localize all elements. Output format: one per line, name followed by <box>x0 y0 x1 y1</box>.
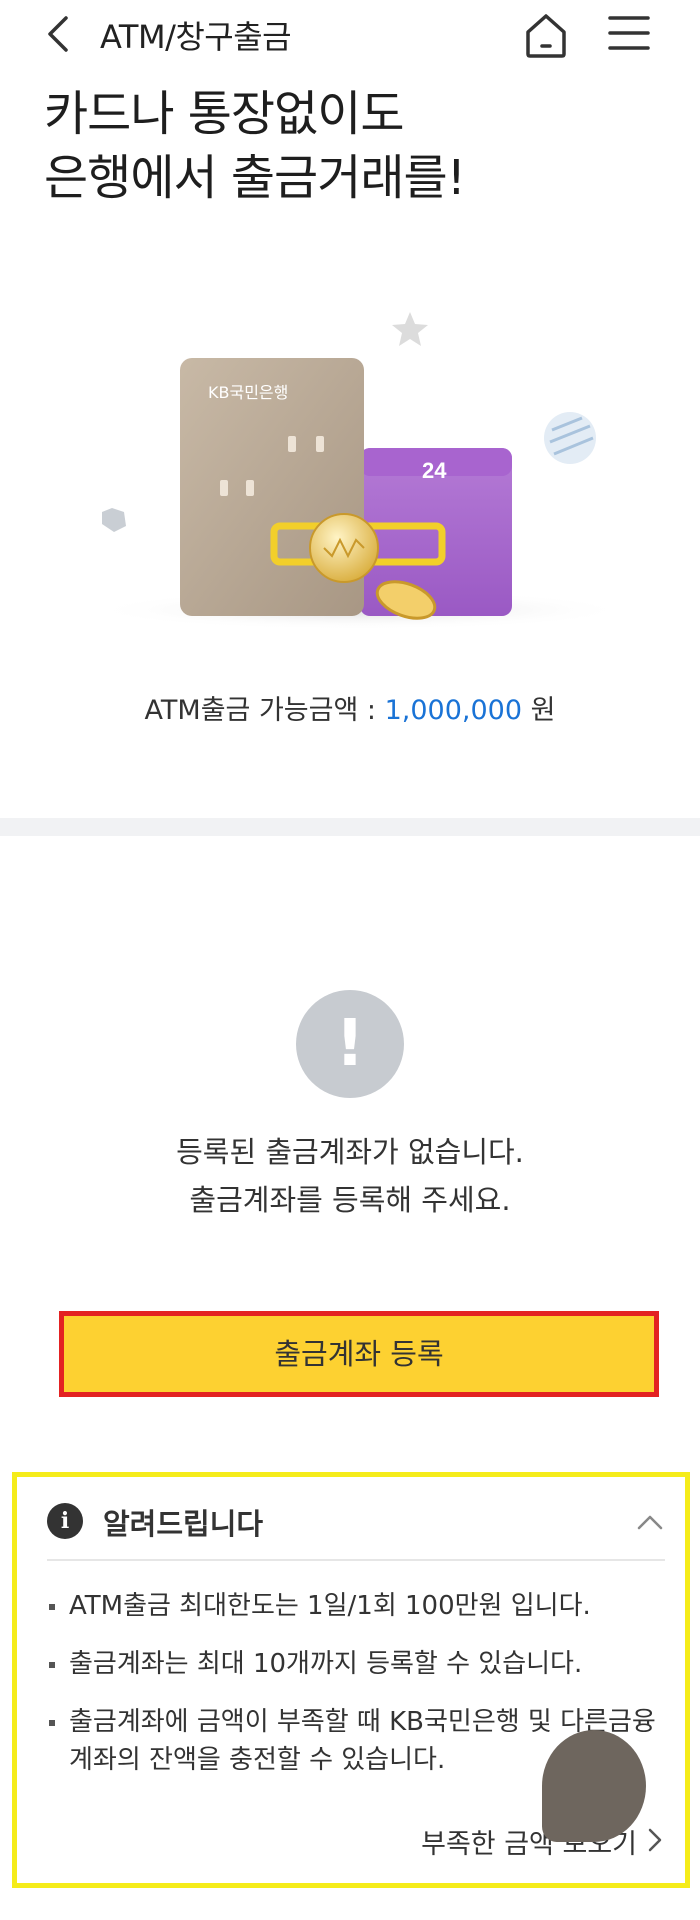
calendar-day-label: 24 <box>422 458 447 483</box>
notice-item: ATM출금 최대한도는 1일/1회 100만원 입니다. <box>47 1587 667 1625</box>
hero-heading: 카드나 통장없이도 은행에서 출금거래를! <box>44 82 466 210</box>
hamburger-menu-icon <box>608 16 650 50</box>
notice-title: 알려드립니다 <box>103 1507 264 1541</box>
info-icon: i <box>47 1503 83 1539</box>
withdrawal-limit-unit: 원 <box>530 695 556 726</box>
floating-chat-button[interactable] <box>542 1730 646 1842</box>
empty-state-line-1: 등록된 출금계좌가 없습니다. <box>176 1135 524 1169</box>
menu-button[interactable] <box>604 8 654 58</box>
back-button[interactable] <box>40 10 80 58</box>
empty-state-message: 등록된 출금계좌가 없습니다. 출금계좌를 등록해 주세요. <box>0 1128 700 1224</box>
notice-header-toggle[interactable]: i 알려드립니다 <box>47 1495 665 1549</box>
card-brand-label: KB국민은행 <box>208 383 288 402</box>
home-button[interactable] <box>518 6 574 62</box>
gem-decoration <box>102 508 126 532</box>
notice-item: 출금계좌는 최대 10개까지 등록할 수 있습니다. <box>47 1645 667 1683</box>
notice-divider <box>47 1559 665 1561</box>
withdrawal-limit-label: ATM출금 가능금액 : <box>144 695 376 726</box>
atm-withdrawal-page: ATM/창구출금 카드나 통장없이도 은행에서 출금거래를! 24 KB국민은행… <box>0 0 700 1920</box>
chevron-right-icon <box>647 1827 663 1860</box>
withdrawal-limit: ATM출금 가능금액 : 1,000,000 원 <box>0 688 700 727</box>
striped-sphere-decoration <box>544 412 596 464</box>
hero-heading-line-2: 은행에서 출금거래를! <box>44 150 466 206</box>
atm-card-illustration: 24 KB국민은행 <box>90 312 630 630</box>
register-account-button[interactable]: 출금계좌 등록 <box>59 1311 659 1397</box>
withdrawal-limit-amount: 1,000,000 <box>384 695 523 726</box>
page-title: ATM/창구출금 <box>100 18 292 56</box>
exclamation-icon: ! <box>296 990 404 1098</box>
top-app-bar: ATM/창구출금 <box>0 0 700 68</box>
home-icon <box>526 14 566 58</box>
hero-heading-line-1: 카드나 통장없이도 <box>44 86 405 142</box>
section-divider <box>0 818 700 836</box>
empty-state-line-2: 출금계좌를 등록해 주세요. <box>189 1183 511 1217</box>
star-decoration <box>392 312 428 346</box>
chevron-up-icon <box>637 1515 663 1530</box>
chevron-left-icon <box>48 16 68 52</box>
